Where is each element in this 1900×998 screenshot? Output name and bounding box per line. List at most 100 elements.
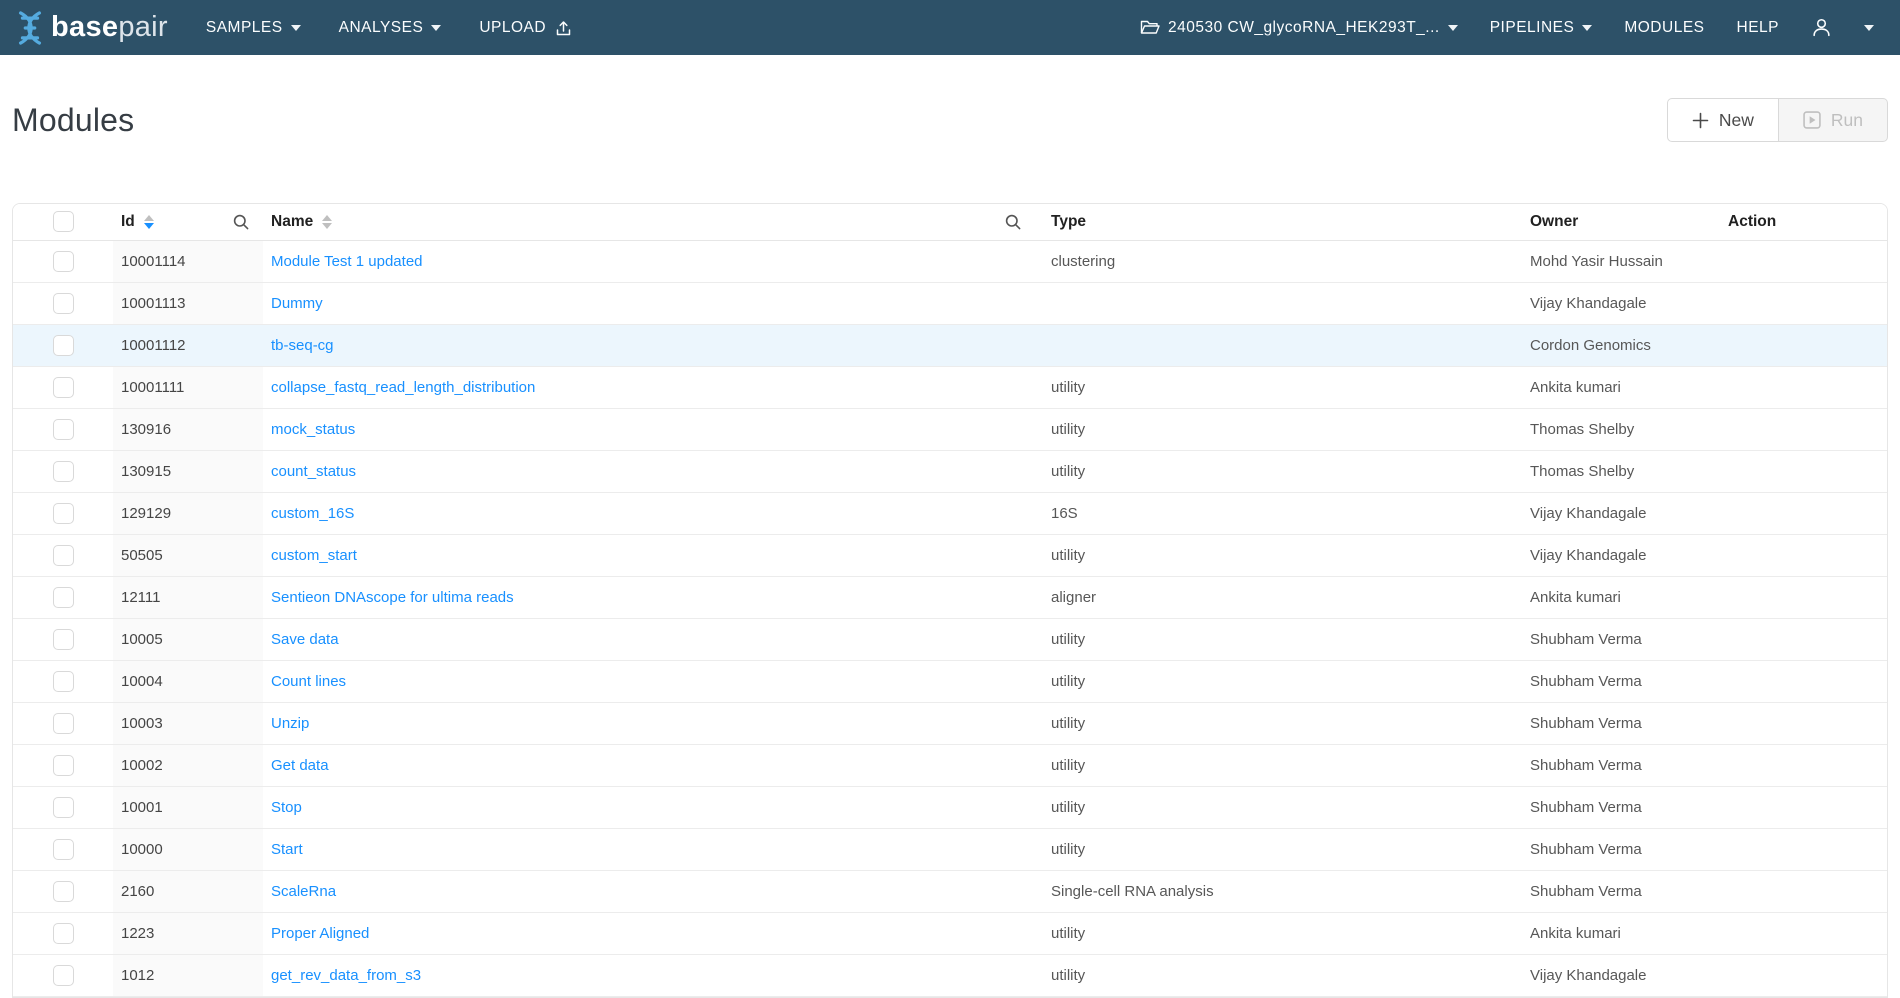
search-icon[interactable] xyxy=(233,214,255,230)
type-cell: utility xyxy=(1035,408,1520,450)
search-icon[interactable] xyxy=(1005,214,1027,230)
module-name-link[interactable]: Count lines xyxy=(271,673,346,690)
project-selector[interactable]: 240530 CW_glycoRNA_HEK293T_... xyxy=(1140,19,1458,37)
action-cell xyxy=(1716,408,1887,450)
id-cell: 10001112 xyxy=(113,324,263,366)
row-checkbox[interactable] xyxy=(53,755,74,776)
select-all-checkbox[interactable] xyxy=(53,211,74,232)
action-cell xyxy=(1716,870,1887,912)
action-cell xyxy=(1716,450,1887,492)
owner-cell: Vijay Khandagale xyxy=(1520,954,1716,996)
column-header-id[interactable]: Id xyxy=(113,204,263,240)
row-checkbox[interactable] xyxy=(53,587,74,608)
run-button[interactable]: Run xyxy=(1779,98,1888,142)
chevron-down-icon xyxy=(1864,25,1874,31)
name-cell: Stop xyxy=(263,786,1035,828)
module-name-link[interactable]: tb-seq-cg xyxy=(271,337,334,354)
nav-pipelines[interactable]: PIPELINES xyxy=(1490,19,1593,37)
nav-analyses-label: ANALYSES xyxy=(339,19,424,37)
row-checkbox[interactable] xyxy=(53,461,74,482)
module-name-link[interactable]: Proper Aligned xyxy=(271,925,369,942)
name-cell: Count lines xyxy=(263,660,1035,702)
row-checkbox[interactable] xyxy=(53,251,74,272)
nav-help[interactable]: HELP xyxy=(1737,19,1780,37)
row-checkbox[interactable] xyxy=(53,713,74,734)
owner-cell: Shubham Verma xyxy=(1520,786,1716,828)
row-checkbox[interactable] xyxy=(53,293,74,314)
row-checkbox[interactable] xyxy=(53,377,74,398)
name-cell: custom_16S xyxy=(263,492,1035,534)
name-cell: Unzip xyxy=(263,702,1035,744)
page-title: Modules xyxy=(12,102,134,139)
table-row: 50505 custom_start utility Vijay Khandag… xyxy=(13,534,1887,576)
owner-cell: Vijay Khandagale xyxy=(1520,492,1716,534)
action-cell xyxy=(1716,744,1887,786)
table-row: 10001111 collapse_fastq_read_length_dist… xyxy=(13,366,1887,408)
user-menu-caret[interactable] xyxy=(1864,24,1874,31)
owner-cell: Shubham Verma xyxy=(1520,870,1716,912)
row-checkbox[interactable] xyxy=(53,881,74,902)
module-name-link[interactable]: Save data xyxy=(271,631,339,648)
module-name-link[interactable]: Unzip xyxy=(271,715,309,732)
nav-analyses[interactable]: ANALYSES xyxy=(339,19,442,37)
action-cell xyxy=(1716,660,1887,702)
owner-cell: Thomas Shelby xyxy=(1520,450,1716,492)
module-name-link[interactable]: Dummy xyxy=(271,295,323,312)
row-checkbox[interactable] xyxy=(53,503,74,524)
module-name-link[interactable]: custom_start xyxy=(271,547,357,564)
name-cell: ScaleRna xyxy=(263,870,1035,912)
owner-cell: Ankita kumari xyxy=(1520,912,1716,954)
id-cell: 10001 xyxy=(113,786,263,828)
nav-samples[interactable]: SAMPLES xyxy=(206,19,301,37)
id-cell: 50505 xyxy=(113,534,263,576)
id-cell: 10003 xyxy=(113,702,263,744)
action-cell xyxy=(1716,282,1887,324)
module-name-link[interactable]: get_rev_data_from_s3 xyxy=(271,967,421,984)
row-checkbox[interactable] xyxy=(53,839,74,860)
row-checkbox[interactable] xyxy=(53,629,74,650)
row-checkbox[interactable] xyxy=(53,419,74,440)
row-checkbox[interactable] xyxy=(53,335,74,356)
type-cell: utility xyxy=(1035,702,1520,744)
chevron-down-icon xyxy=(1582,25,1592,31)
new-button[interactable]: New xyxy=(1667,98,1779,142)
module-name-link[interactable]: Sentieon DNAscope for ultima reads xyxy=(271,589,514,606)
module-name-link[interactable]: mock_status xyxy=(271,421,355,438)
nav-samples-label: SAMPLES xyxy=(206,19,283,37)
type-cell: utility xyxy=(1035,744,1520,786)
table-row: 130916 mock_status utility Thomas Shelby xyxy=(13,408,1887,450)
nav-upload[interactable]: UPLOAD xyxy=(479,19,573,37)
id-cell: 130916 xyxy=(113,408,263,450)
row-checkbox[interactable] xyxy=(53,671,74,692)
module-name-link[interactable]: collapse_fastq_read_length_distribution xyxy=(271,379,535,396)
row-checkbox[interactable] xyxy=(53,923,74,944)
module-name-link[interactable]: count_status xyxy=(271,463,356,480)
id-cell: 2160 xyxy=(113,870,263,912)
module-name-link[interactable]: Stop xyxy=(271,799,302,816)
table-body: 10001114 Module Test 1 updated clusterin… xyxy=(13,240,1887,996)
row-checkbox[interactable] xyxy=(53,965,74,986)
module-name-link[interactable]: ScaleRna xyxy=(271,883,336,900)
id-cell: 10002 xyxy=(113,744,263,786)
column-header-owner: Owner xyxy=(1520,204,1716,240)
module-name-link[interactable]: Start xyxy=(271,841,303,858)
owner-cell: Shubham Verma xyxy=(1520,618,1716,660)
table-row: 1223 Proper Aligned utility Ankita kumar… xyxy=(13,912,1887,954)
module-name-link[interactable]: custom_16S xyxy=(271,505,354,522)
row-checkbox[interactable] xyxy=(53,545,74,566)
upload-icon xyxy=(554,19,573,37)
type-cell: 16S xyxy=(1035,492,1520,534)
brand-logo[interactable]: basepair xyxy=(14,9,168,47)
column-header-action: Action xyxy=(1716,204,1887,240)
name-cell: Sentieon DNAscope for ultima reads xyxy=(263,576,1035,618)
user-icon xyxy=(1811,17,1832,38)
module-name-link[interactable]: Module Test 1 updated xyxy=(271,253,423,270)
column-header-id-label: Id xyxy=(121,213,135,231)
module-name-link[interactable]: Get data xyxy=(271,757,329,774)
column-header-name[interactable]: Name xyxy=(263,204,1035,240)
play-square-icon xyxy=(1803,111,1821,129)
user-menu[interactable] xyxy=(1811,17,1832,38)
nav-modules[interactable]: MODULES xyxy=(1624,19,1704,37)
owner-cell: Shubham Verma xyxy=(1520,744,1716,786)
row-checkbox[interactable] xyxy=(53,797,74,818)
